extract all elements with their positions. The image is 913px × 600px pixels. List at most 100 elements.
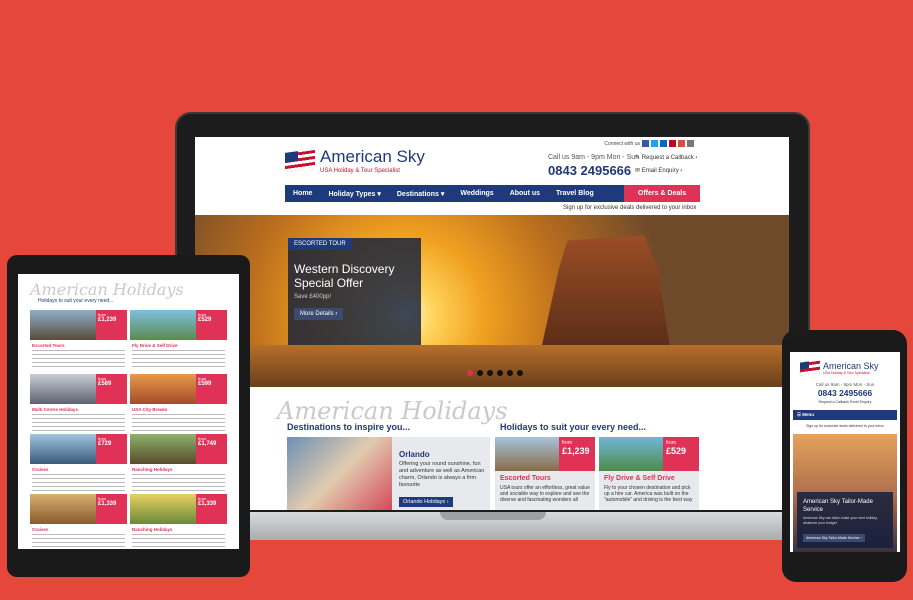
tablet-card[interactable]: from £589 Multi Centre Holidays <box>30 374 127 436</box>
facebook-icon[interactable] <box>642 140 649 147</box>
phone-number[interactable]: 0843 2495666 <box>548 163 631 178</box>
promo-price: Save £400pp! <box>294 294 332 300</box>
nav-holiday-types-label: Holiday Types <box>328 190 376 198</box>
price-value: £589 <box>98 381 112 387</box>
destination-card: Orlando Offering your round sunshine, fu… <box>287 437 490 510</box>
nav-destinations[interactable]: Destinations ▾ <box>389 190 452 198</box>
tablet-card-image <box>130 494 196 524</box>
tablet-card-image <box>30 494 96 524</box>
tablet-card[interactable]: from £1,339 Cruises <box>30 494 127 549</box>
tour-desc: USA tours offer an effortless, great val… <box>500 485 590 503</box>
tablet-card-name: USA City Breaks <box>132 407 168 412</box>
laptop-screen: American Sky USA Holiday & Tour Speciali… <box>195 137 789 510</box>
carousel-dot[interactable] <box>507 370 513 376</box>
tablet-card[interactable]: from £729 Cruises <box>30 434 127 496</box>
phone-screen: American Sky USA Holiday & Tour Speciali… <box>790 352 900 552</box>
tablet-card[interactable]: from £1,339 Ranching Holidays <box>130 494 227 549</box>
tour-card[interactable]: from £1,239 Escorted Tours USA tours offe… <box>495 437 595 510</box>
nav-holiday-types[interactable]: Holiday Types ▾ <box>320 190 388 198</box>
orlando-holidays-label: Orlando Holidays <box>403 499 446 505</box>
pinterest-icon[interactable] <box>669 140 676 147</box>
tablet-card[interactable]: from £1,749 Ranching Holidays <box>130 434 227 496</box>
tablet-card-image <box>30 310 96 340</box>
tablet-card-image <box>30 374 96 404</box>
tablet-card-name: Ranching Holidays <box>132 527 173 532</box>
orlando-holidays-button[interactable]: Orlando Holidays › <box>399 497 453 507</box>
menu-label: Menu <box>802 412 815 417</box>
googleplus-icon[interactable] <box>678 140 685 147</box>
tour-price: from £529 <box>663 437 699 471</box>
tablet-card-desc <box>132 474 225 492</box>
holidays-suit-title: Holidays to suit your every need... <box>500 422 647 432</box>
promo-box: ESCORTED TOUR Western Discovery Special … <box>288 238 421 345</box>
tablet-card-price: from £599 <box>196 374 227 404</box>
carousel-dot[interactable] <box>517 370 523 376</box>
carousel-dot[interactable] <box>497 370 503 376</box>
tablet-script-heading: American Holidays <box>30 280 184 299</box>
tablet-card-name: Escorted Tours <box>32 343 65 348</box>
script-heading: American Holidays <box>277 397 508 425</box>
carousel-dot[interactable] <box>477 370 483 376</box>
desert-ground-image <box>195 345 789 387</box>
tour-desc: Fly to your chosen destination and pick … <box>604 485 693 503</box>
tailor-made-button[interactable]: American Sky Tailor-Made Service › <box>803 534 865 542</box>
destination-desc: Offering your round sunshine, fun and ad… <box>399 461 485 488</box>
signup-bar[interactable]: Sign up for exclusive deals delivered to… <box>563 205 696 211</box>
tablet-card[interactable]: from £1,239 Escorted Tours <box>30 310 127 372</box>
laptop-notch <box>440 512 546 520</box>
callback-link[interactable]: ✎ Request a Callback › <box>635 154 697 161</box>
carousel-dots <box>467 370 523 376</box>
flag-logo-icon <box>800 360 820 376</box>
tour-card[interactable]: from £529 Fly Drive & Self Drive Fly to y… <box>599 437 699 510</box>
carousel-dot[interactable] <box>487 370 493 376</box>
price-value: £599 <box>198 381 212 387</box>
more-details-label: More Details <box>300 311 334 317</box>
tour-name: Fly Drive & Self Drive <box>604 475 675 482</box>
tablet-card-image <box>130 374 196 404</box>
phone-number[interactable]: 0843 2495666 <box>790 388 900 398</box>
tablet-card-name: Multi Centre Holidays <box>32 407 79 412</box>
connect-label: Connect with us <box>604 140 640 147</box>
tablet-card-price: from £1,239 <box>96 310 127 340</box>
phone-signup-bar[interactable]: Sign up for exclusive deals delivered to… <box>793 424 897 428</box>
destination-image[interactable] <box>287 437 392 510</box>
nav-weddings[interactable]: Weddings <box>452 190 501 197</box>
tablet-card-image <box>130 310 196 340</box>
tour-price: from £1,239 <box>559 437 595 471</box>
email-enquiry-link[interactable]: ✉ Email Enquiry › <box>635 167 682 174</box>
tablet-card[interactable]: from £529 Fly Drive & Self Drive <box>130 310 227 372</box>
more-details-button[interactable]: More Details › <box>294 308 344 320</box>
callback-label: Request a Callback <box>641 155 694 161</box>
phone-promo-desc: American Sky can tailor-make your next h… <box>803 516 878 525</box>
tablet-card-name: Cruises <box>32 527 49 532</box>
price-value: £1,749 <box>198 441 217 447</box>
phone-logo-title: American Sky <box>823 360 879 371</box>
nav-offers-deals[interactable]: Offers & Deals <box>624 185 700 202</box>
destination-name: Orlando <box>399 450 430 459</box>
twitter-icon[interactable] <box>651 140 658 147</box>
carousel-dot[interactable] <box>467 370 473 376</box>
tablet-card-desc <box>32 350 125 368</box>
phone-promo-title: American Sky Tailor-Made Service <box>803 499 873 513</box>
linkedin-icon[interactable] <box>660 140 667 147</box>
phone-menu-button[interactable]: ☰ Menu <box>793 410 897 420</box>
tablet-card-price: from £729 <box>96 434 127 464</box>
tablet-card-price: from £1,749 <box>196 434 227 464</box>
hero-banner: ESCORTED TOUR Western Discovery Special … <box>195 215 789 387</box>
email-icon[interactable] <box>687 140 694 147</box>
phone-contact-links[interactable]: Request a Callback Email Enquiry <box>790 400 900 404</box>
main-nav: Home Holiday Types ▾ Destinations ▾ Wedd… <box>285 185 700 202</box>
phone-logo[interactable]: American Sky USA Holiday & Tour Speciali… <box>800 360 879 376</box>
tablet-card-desc <box>132 350 225 368</box>
nav-travel-blog[interactable]: Travel Blog <box>548 190 602 197</box>
promo-tag: ESCORTED TOUR <box>288 238 352 250</box>
nav-about[interactable]: About us <box>502 190 548 197</box>
site-logo[interactable]: American Sky USA Holiday & Tour Speciali… <box>285 147 425 174</box>
email-enquiry-label: Email Enquiry <box>641 168 679 174</box>
tablet-card-name: Ranching Holidays <box>132 467 173 472</box>
logo-subtitle: USA Holiday & Tour Specialist <box>320 168 400 174</box>
tablet-screen: American Holidays Holidays to suit your … <box>18 274 239 549</box>
tablet-card[interactable]: from £599 USA City Breaks <box>130 374 227 436</box>
nav-home[interactable]: Home <box>285 190 320 197</box>
tablet-card-desc <box>32 414 125 432</box>
